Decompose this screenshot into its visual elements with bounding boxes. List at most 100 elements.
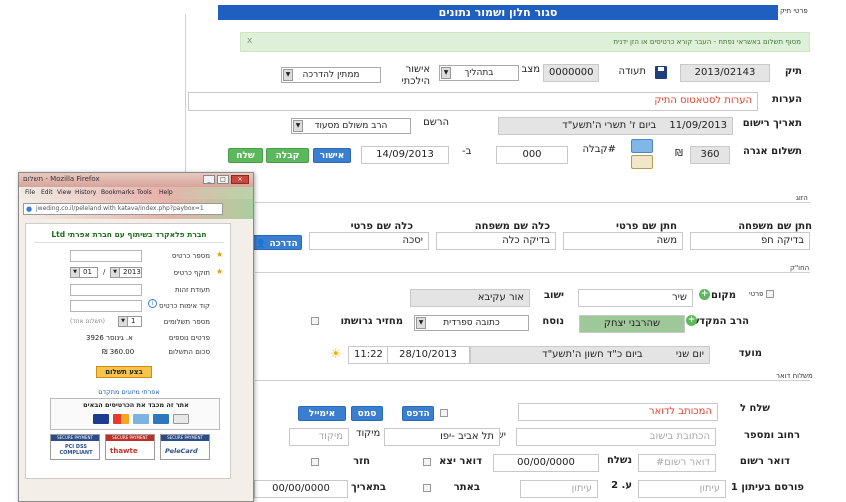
chevron-down-icon: ▼ xyxy=(71,268,80,277)
time-field[interactable]: 11:22 xyxy=(348,346,388,364)
print-button[interactable]: הדפס xyxy=(402,406,434,421)
divorcees-checkbox[interactable] xyxy=(311,317,319,325)
tik-field[interactable]: 2013/02143 xyxy=(680,64,770,82)
date-label: מועד xyxy=(738,348,762,359)
reg-date-field[interactable]: 11/09/2013 ביום ז' תשרי ה'תשע"ד xyxy=(498,117,733,135)
id-input[interactable] xyxy=(70,284,142,296)
menu-help[interactable]: Help xyxy=(159,189,173,196)
street-field[interactable]: הכתובת בישוב xyxy=(516,428,716,446)
sent-field[interactable]: 00/00/0000 xyxy=(493,454,599,472)
payment-popup-window[interactable]: תשלום - Mozilla Firefox _ □ ✕ File Edit … xyxy=(18,172,254,502)
notes-value: הערות לסטאטוס התיק xyxy=(654,95,752,106)
expiry-year-select[interactable]: ▼ 2013 xyxy=(110,267,142,278)
url-field[interactable]: ● jweding.co.il/peleland with katava/ind… xyxy=(23,203,223,215)
page-label: ע. 2 xyxy=(611,480,632,491)
on-date-field[interactable]: 14/09/2013 xyxy=(361,146,449,164)
published-label: פורסם בעיתון 1 xyxy=(730,482,804,493)
popup-titlebar[interactable]: תשלום - Mozilla Firefox _ □ ✕ xyxy=(19,173,253,187)
menu-view[interactable]: View xyxy=(57,189,71,196)
menu-edit[interactable]: Edit xyxy=(41,189,53,196)
delivery-settlement-field[interactable]: תל אביב -יפו xyxy=(384,428,500,446)
approve-button[interactable]: אישור xyxy=(313,148,351,163)
matzav-select[interactable]: ▼ בתהליך xyxy=(439,65,519,81)
tik-label: תיק xyxy=(784,66,802,77)
guidance-button[interactable]: 👤 הדרכה xyxy=(252,235,302,250)
reg-date-hebrew: ביום ז' תשרי ה'תשע"ד xyxy=(562,120,657,131)
zip-field[interactable]: מיקוד xyxy=(289,428,349,446)
menu-tools[interactable]: Tools xyxy=(137,189,152,196)
registered-placeholder: דואר רשום# xyxy=(655,457,710,468)
currency-icon: ₪ xyxy=(675,148,683,159)
outgoing-checkbox[interactable] xyxy=(423,458,431,466)
close-icon[interactable]: ✕ xyxy=(231,175,249,184)
notice-close-icon[interactable]: x xyxy=(247,36,252,46)
divider xyxy=(255,272,810,273)
page-field[interactable]: עיתון xyxy=(520,480,598,498)
notes-field[interactable]: הערות לסטאטוס התיק xyxy=(188,92,758,111)
card-number-input[interactable] xyxy=(70,250,142,262)
chevron-down-icon: ▼ xyxy=(293,120,303,132)
bride-last-label: כלה שם משפחה xyxy=(474,221,550,232)
place-label: מקום xyxy=(711,290,736,301)
bride-last-field[interactable]: בדיקה כלה xyxy=(436,232,556,250)
close-save-button[interactable]: סגור חלון ושמור נתונים xyxy=(218,5,778,20)
company-title: חברת פלאקרד בשיתוף עם חברת אפרתי Ltd xyxy=(51,230,207,239)
pay-button[interactable]: בצע תשלום xyxy=(96,366,152,378)
private-label: פרטי xyxy=(749,290,764,298)
thawte-text: thawte xyxy=(110,447,138,455)
groom-last-field[interactable]: בדיקה חפ xyxy=(690,232,810,250)
advanced-link[interactable]: אפרתי מיזוגים מתקדם xyxy=(26,388,232,396)
info-icon[interactable]: i xyxy=(148,299,157,308)
ishur-label: אישור הילכתי xyxy=(401,64,430,87)
day-value: יום שני xyxy=(675,349,704,360)
delivery-date-field[interactable]: 00/00/0000 xyxy=(254,480,348,498)
expiry-month-select[interactable]: ▼ 01 xyxy=(70,267,98,278)
add-place-icon[interactable]: + xyxy=(699,289,710,300)
credit-card-icon[interactable] xyxy=(631,139,653,153)
groom-first-field[interactable]: משה xyxy=(563,232,683,250)
maximize-icon[interactable]: □ xyxy=(217,175,229,184)
outgoing-label: דואר יצא xyxy=(439,456,482,467)
menu-history[interactable]: History xyxy=(75,189,96,196)
send-button[interactable]: שלח xyxy=(228,148,263,163)
ishur-select[interactable]: ▼ ממתין להדרכה xyxy=(281,67,381,83)
bride-first-field[interactable]: יסכה xyxy=(309,232,429,250)
receipt-field[interactable]: 000 xyxy=(496,146,568,164)
date-field[interactable]: 28/10/2013 xyxy=(386,346,470,364)
receipt-icon[interactable] xyxy=(631,155,653,169)
cvv-input[interactable] xyxy=(70,300,142,312)
nusach-select[interactable]: ▼ כתובה ספרדית xyxy=(414,315,529,331)
add-rabbi-icon[interactable]: + xyxy=(686,315,697,326)
pci-badge: SECURE PAYMENT PCI DSS COMPLIANT xyxy=(50,434,100,460)
notes-label: הערות xyxy=(772,94,802,105)
returned-checkbox[interactable] xyxy=(311,458,319,466)
hebrew-date-field[interactable]: יום שני ביום כ"ד חשון ה'תשע"ד xyxy=(470,346,710,364)
registered-label: דואר רשום xyxy=(739,456,790,467)
amount-label: סכום התשלום xyxy=(168,348,210,356)
settlement-field[interactable]: אור עקיבא xyxy=(410,289,530,307)
registrar-select[interactable]: ▼ הרב משולם מסעוד xyxy=(291,118,411,134)
menu-file[interactable]: File xyxy=(25,189,35,196)
site-checkbox[interactable] xyxy=(423,484,431,492)
payments-select[interactable]: ▼ 1 xyxy=(118,316,142,327)
place-field[interactable]: שיר xyxy=(578,289,693,307)
teuda-field[interactable]: 0000000 xyxy=(543,64,599,82)
send-to-field[interactable]: המכותב לדואר xyxy=(518,403,718,421)
fee-field[interactable]: 360 xyxy=(690,146,730,164)
save-disk-icon[interactable] xyxy=(655,66,667,79)
id-label: תעודת זהות xyxy=(174,286,210,294)
receipt-button[interactable]: קבלה xyxy=(266,148,309,163)
private-checkbox[interactable] xyxy=(766,290,774,298)
sms-button[interactable]: סמס xyxy=(351,406,383,421)
print-checkbox[interactable] xyxy=(440,409,448,417)
minimize-icon[interactable]: _ xyxy=(203,175,215,184)
bride-first-label: כלה שם פרטי xyxy=(350,221,413,232)
menu-bookmarks[interactable]: Bookmarks xyxy=(101,189,135,196)
rabbi-field[interactable]: שהרבני יצחק xyxy=(579,315,685,333)
divider xyxy=(34,242,224,243)
email-button[interactable]: אימייל xyxy=(298,406,346,421)
site-label: באתר xyxy=(453,482,480,493)
registered-field[interactable]: דואר רשום# xyxy=(638,454,716,472)
newspaper-field[interactable]: עיתון xyxy=(638,480,726,498)
settlement-label: ישוב xyxy=(543,290,564,301)
